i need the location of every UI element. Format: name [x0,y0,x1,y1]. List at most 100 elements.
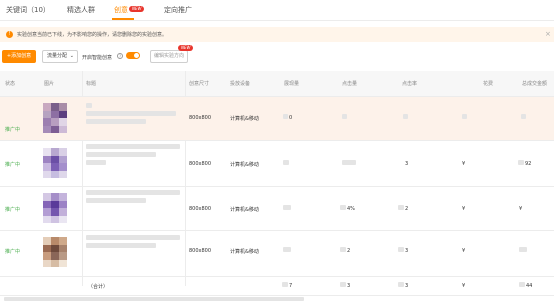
thumbnail-pixel [51,215,59,223]
thumbnail-pixel [51,237,59,245]
creative-thumbnail[interactable] [43,237,67,267]
total-cost: ¥ [462,283,466,289]
help-icon[interactable]: ? [117,53,123,59]
value-redacted [398,205,404,210]
creative-size: 800x800 [189,161,212,167]
col-gmv[interactable]: 总成交金额 [522,80,547,87]
title-redacted [86,144,180,149]
creative-thumbnail[interactable] [43,148,67,178]
tab-targeting[interactable]: 定向推广 [164,5,192,15]
thumbnail-pixel [59,193,67,201]
chevron-down-icon: ⌄ [69,53,74,59]
thumbnail-pixel [51,200,59,208]
thumbnail-pixel [51,252,59,260]
col-impressions[interactable]: 展现量 [284,80,299,87]
device-type: 计算机&移动 [230,207,259,213]
thumbnail-pixel [51,193,59,201]
value-redacted [282,282,288,287]
thumbnail-pixel [59,208,67,216]
edit-experiment-button[interactable]: 编辑实验方向 [150,50,188,63]
table-row[interactable]: 推广中 800x800 计算机&移动 3 ¥ 92 [0,141,554,187]
cost-value: ¥ [462,248,466,254]
thumbnail-pixel [59,215,67,223]
value-redacted [518,160,524,165]
close-icon[interactable]: × [545,30,551,38]
tab-bar: 关键词（10） 精选人群 创意 NEW 定向推广 [0,0,554,21]
status-badge: 推广中 [5,127,21,133]
thumbnail-pixel [43,259,51,267]
notice-bar: ! 实验创意当前已下线，为不影响您的操作，请您删除您的实验创意。 × [0,27,554,42]
thumbnail-pixel [59,170,67,178]
clicks-value: 4% [347,206,355,212]
ctr-value: 2 [405,206,409,212]
cost-value: ¥ [462,206,466,212]
title-redacted [86,119,146,124]
table-row[interactable]: 推广中 800x800 计算机&移动 0 [0,97,554,141]
table-row[interactable]: 推广中 800x800 计算机&移动 4% 2 ¥ ¥ [0,187,554,231]
value-redacted [398,247,404,252]
value-redacted [403,114,408,119]
thumbnail-pixel [59,237,67,245]
thumbnail-pixel [59,259,67,267]
thumbnail-pixel [59,244,67,252]
toolbar: +添加创意 流量分配 ⌄ 开启智能创意 ? 编辑实验方向 NEW [0,45,554,67]
value-redacted [340,282,346,287]
traffic-allocation-dropdown[interactable]: 流量分配 ⌄ [42,50,78,63]
title-redacted [86,152,156,157]
total-label: （合计） [88,284,109,290]
footer-redacted [0,296,554,303]
thumbnail-pixel [43,125,51,133]
thumbnail-pixel [43,237,51,245]
status-badge: 推广中 [5,162,21,168]
title-redacted [86,243,156,248]
thumbnail-pixel [51,259,59,267]
col-clicks[interactable]: 点击量 [342,80,357,87]
creative-thumbnail[interactable] [43,193,67,223]
col-title: 标题 [86,81,97,87]
col-cost[interactable]: 花费 [483,80,493,87]
thumbnail-pixel [51,118,59,126]
value-redacted [340,247,346,252]
thumbnail-pixel [51,208,59,216]
active-tab-indicator [112,18,134,20]
title-redacted [86,235,180,240]
total-clicks: 3 [347,283,351,289]
new-badge: NEW [129,6,145,12]
col-size: 创意尺寸 [189,81,210,87]
thumbnail-pixel [59,103,67,111]
title-redacted [86,160,106,165]
total-gmv: 44 [526,283,533,289]
thumbnail-pixel [51,125,59,133]
thumbnail-pixel [59,163,67,171]
smart-creative-toggle[interactable] [126,52,140,59]
ctr-value: 3 [405,161,409,167]
smart-creative-label: 开启智能创意 [82,55,113,61]
thumbnail-pixel [59,252,67,260]
tab-creative[interactable]: 创意 [114,5,128,15]
value-redacted [283,205,291,210]
traffic-allocation-label: 流量分配 [47,53,68,59]
col-image: 图片 [44,81,55,87]
thumbnail-pixel [59,148,67,156]
title-redacted [86,198,146,203]
value-redacted [462,114,467,119]
creative-size: 800x800 [189,206,212,212]
creative-thumbnail[interactable] [43,103,67,133]
add-creative-button[interactable]: +添加创意 [2,50,36,63]
thumbnail-pixel [43,193,51,201]
total-impressions: 7 [289,283,293,289]
col-ctr[interactable]: 点击率 [402,80,417,87]
thumbnail-pixel [43,103,51,111]
tab-audience[interactable]: 精选人群 [67,5,95,15]
thumbnail-pixel [43,252,51,260]
table-row[interactable]: 推广中 800x800 计算机&移动 2 3 ¥ [0,231,554,277]
thumbnail-pixel [51,163,59,171]
title-redacted [86,190,180,195]
tab-keywords[interactable]: 关键词（10） [6,5,50,15]
clicks-value: 2 [347,248,351,254]
thumbnail-pixel [59,110,67,118]
thumbnail-pixel [43,163,51,171]
thumbnail-pixel [51,170,59,178]
value-redacted [283,114,288,119]
thumbnail-pixel [43,208,51,216]
